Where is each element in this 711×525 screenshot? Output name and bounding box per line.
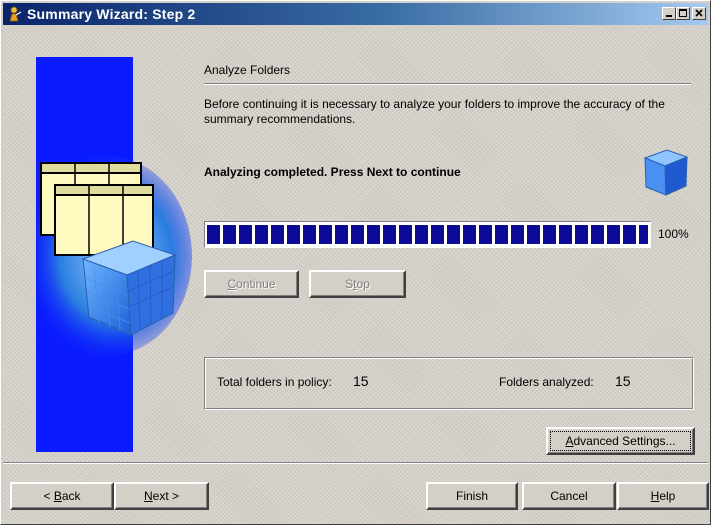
continue-label-rest: ontinue	[236, 277, 276, 291]
progress-percent: 100%	[658, 227, 689, 241]
section-title: Analyze Folders	[204, 63, 291, 77]
advanced-settings-button[interactable]: Advanced Settings...	[546, 427, 695, 455]
wizard-icon	[7, 6, 23, 22]
window-title: Summary Wizard: Step 2	[27, 6, 196, 22]
finish-label: Finish	[455, 489, 488, 503]
maximize-icon	[679, 9, 687, 17]
help-label-rest: elp	[659, 489, 676, 503]
next-mnemonic: N	[143, 489, 153, 503]
back-button[interactable]: < Back	[10, 482, 114, 510]
back-mnemonic: B	[53, 489, 62, 503]
progress-bar	[204, 221, 651, 248]
table-icon	[40, 162, 154, 256]
folders-analyzed-value: 15	[615, 373, 631, 389]
analysis-stats-box: Total folders in policy: 15 Folders anal…	[204, 357, 694, 410]
cube-icon	[643, 149, 689, 196]
total-folders-value: 15	[353, 373, 369, 389]
title-bar[interactable]: Summary Wizard: Step 2	[3, 3, 708, 25]
close-button[interactable]	[692, 7, 706, 20]
wizard-illustration	[37, 156, 192, 356]
finish-button[interactable]: Finish	[426, 482, 518, 510]
status-message: Analyzing completed. Press Next to conti…	[204, 165, 461, 179]
folders-analyzed-label: Folders analyzed:	[499, 375, 594, 389]
minimize-button[interactable]	[662, 7, 676, 20]
next-button[interactable]: Next >	[114, 482, 209, 510]
wizard-window: Summary Wizard: Step 2 Analyze Folders B…	[0, 0, 711, 525]
cancel-label: Cancel	[550, 489, 588, 503]
section-divider	[204, 83, 691, 85]
maximize-button[interactable]	[676, 7, 690, 20]
close-icon	[695, 9, 703, 17]
progress-fill	[207, 225, 648, 244]
advanced-label-rest: dvanced Settings...	[573, 434, 676, 448]
help-button[interactable]: Help	[617, 482, 709, 510]
section-description: Before continuing it is necessary to ana…	[204, 97, 665, 126]
footer-divider	[3, 462, 708, 464]
stop-label-start: S	[345, 277, 354, 291]
continue-button[interactable]: Continue	[204, 270, 299, 298]
stop-button[interactable]: Stop	[309, 270, 406, 298]
back-label-rest: ack	[61, 489, 81, 503]
next-label-rest: ext >	[152, 489, 180, 503]
total-folders-label: Total folders in policy:	[217, 375, 332, 389]
stop-label-rest: op	[356, 277, 370, 291]
cancel-button[interactable]: Cancel	[522, 482, 616, 510]
back-prefix: <	[43, 489, 54, 503]
minimize-icon	[666, 15, 672, 17]
continue-mnemonic: C	[227, 277, 237, 291]
